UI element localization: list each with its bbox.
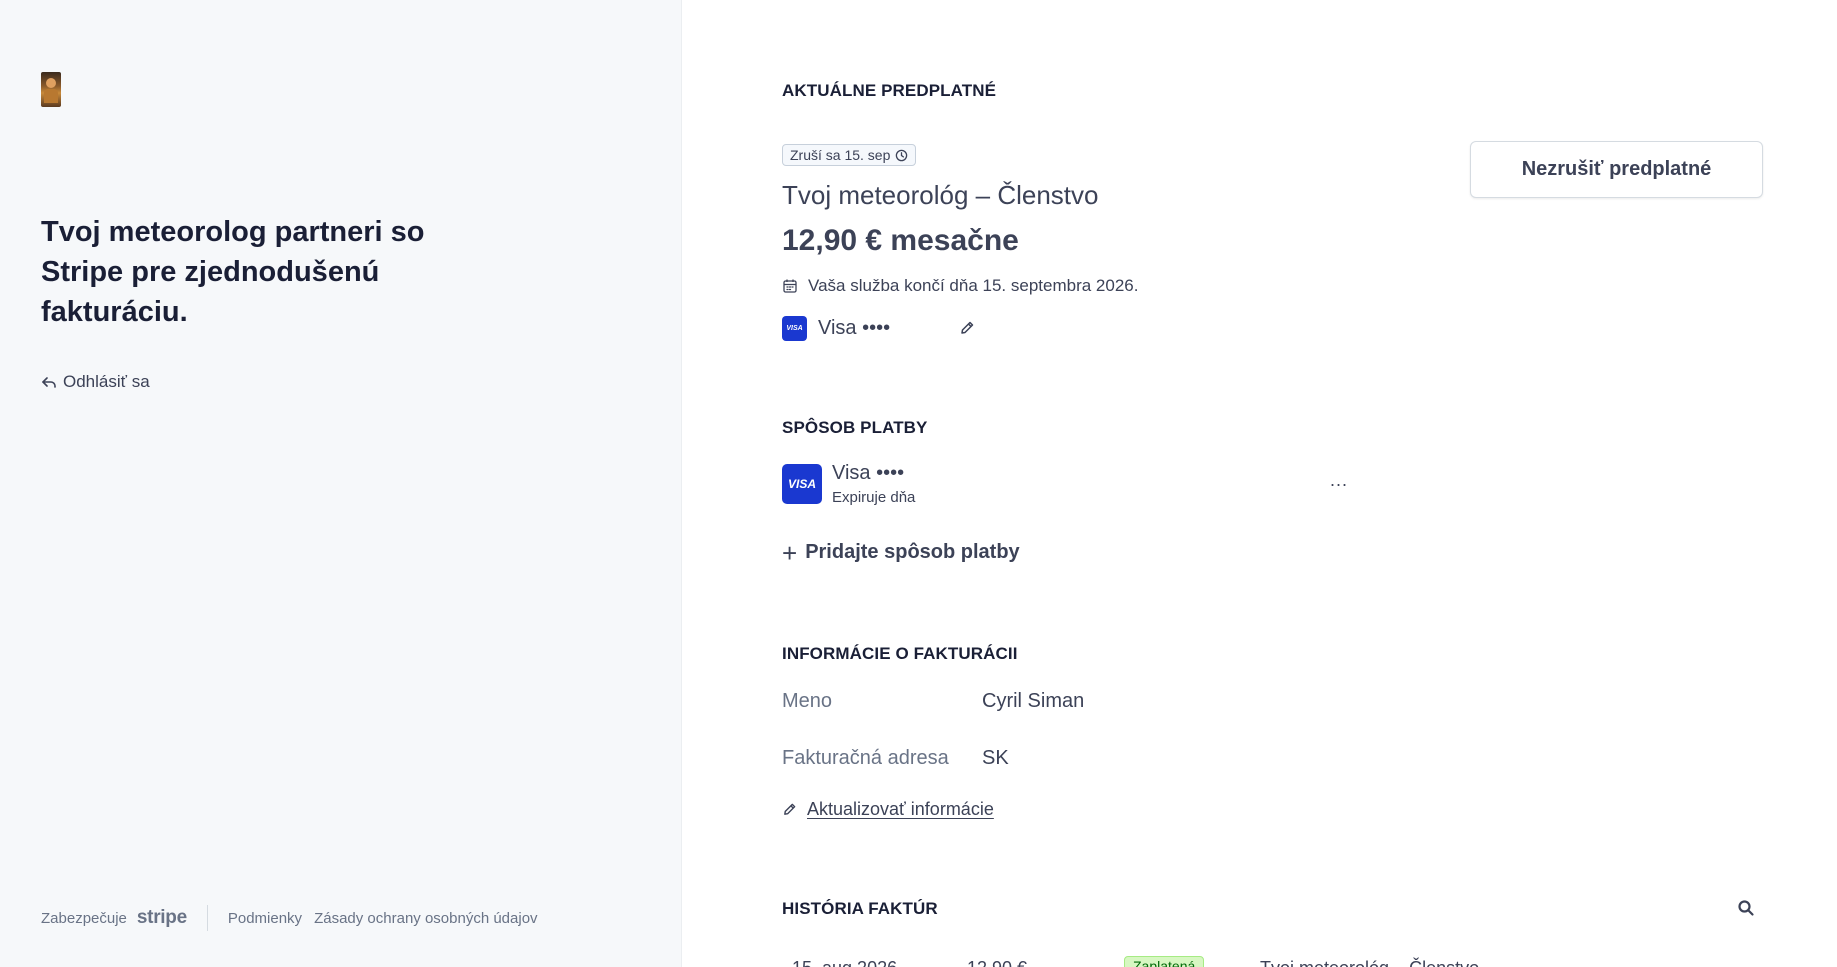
merchant-logo <box>41 72 61 107</box>
update-billing-label: Aktualizovať informácie <box>807 799 994 819</box>
terms-link[interactable]: Podmienky <box>228 910 302 927</box>
invoice-description: Tvoj meteorológ – Členstvo <box>1260 958 1479 967</box>
subscription-section-title: AKTUÁLNE PREDPLATNÉ <box>782 81 997 100</box>
cancel-date-badge: Zruší sa 15. sep <box>782 144 917 166</box>
invoice-status-badge: Zaplatená <box>1124 956 1205 967</box>
privacy-link[interactable]: Zásady ochrany osobných údajov <box>314 910 537 927</box>
invoice-amount: 12,90 € <box>967 958 1027 967</box>
sidebar-headline: Tvoj meteorolog partneri so Stripe pre z… <box>41 216 425 328</box>
billing-name-label: Meno <box>782 690 833 712</box>
billing-address-label: Fakturačná adresa <box>782 747 949 769</box>
billing-name-value: Cyril Siman <box>982 690 1085 712</box>
payment-section-title: SPÔSOB PLATBY <box>782 418 928 437</box>
logout-label: Odhlásiť sa <box>63 372 150 391</box>
invoice-date: 15. aug 2026 <box>792 958 897 967</box>
footer-divider <box>206 905 208 931</box>
subscription-card: VISA Visa •••• <box>782 316 890 341</box>
payment-card-expiry: Expiruje dňa <box>832 489 916 506</box>
sidebar-footer: Zabezpečuje stripe Podmienky Zásady ochr… <box>41 905 550 931</box>
badge-label: Zruší sa 15. sep <box>790 147 891 163</box>
add-payment-label: Pridajte spôsob platby <box>805 541 1020 563</box>
history-section-title: HISTÓRIA FAKTÚR <box>782 899 938 918</box>
logout-arrow-icon <box>42 377 56 388</box>
plan-name: Tvoj meteorológ – Členstvo <box>782 180 1099 210</box>
add-payment-method-button[interactable]: + Pridajte spôsob platby <box>782 537 1020 568</box>
subscription-card-label: Visa •••• <box>818 317 891 339</box>
plus-icon: + <box>782 537 798 568</box>
visa-card-icon: VISA <box>782 464 822 504</box>
sidebar-panel: Tvoj meteorolog partneri so Stripe pre z… <box>0 0 682 967</box>
service-end-text: Vaša služba končí dňa 15. septembra 2026… <box>808 276 1139 295</box>
payment-card-label: Visa •••• <box>832 462 905 484</box>
stripe-logo[interactable]: stripe <box>137 907 187 929</box>
edit-pencil-icon[interactable] <box>959 320 975 336</box>
logout-link[interactable]: Odhlásiť sa <box>41 372 150 392</box>
calendar-icon <box>783 279 797 293</box>
powered-by-text: Zabezpečuje <box>41 909 127 927</box>
search-icon[interactable] <box>1737 899 1755 917</box>
edit-pencil-icon <box>784 803 796 815</box>
billing-address-value: SK <box>982 747 1009 769</box>
update-billing-link[interactable]: Aktualizovať informácie <box>782 799 994 820</box>
invoice-row[interactable]: 15. aug 2026 12,90 € Zaplatená Tvoj mete… <box>782 956 1682 967</box>
payment-more-button[interactable]: ... <box>1330 470 1348 491</box>
payment-method-item: VISA Visa •••• Expiruje dňa <box>782 462 915 506</box>
main-content: AKTUÁLNE PREDPLATNÉ Zruší sa 15. sep Tvo… <box>782 0 1782 967</box>
plan-price: 12,90 € mesačne <box>782 224 1019 257</box>
clock-icon <box>896 149 908 161</box>
visa-card-icon: VISA <box>782 316 807 341</box>
renew-subscription-button[interactable]: Nezrušiť predplatné <box>1470 141 1763 198</box>
billing-section-title: INFORMÁCIE O FAKTURÁCII <box>782 644 1018 663</box>
service-end-info: Vaša služba končí dňa 15. septembra 2026… <box>782 276 1138 296</box>
